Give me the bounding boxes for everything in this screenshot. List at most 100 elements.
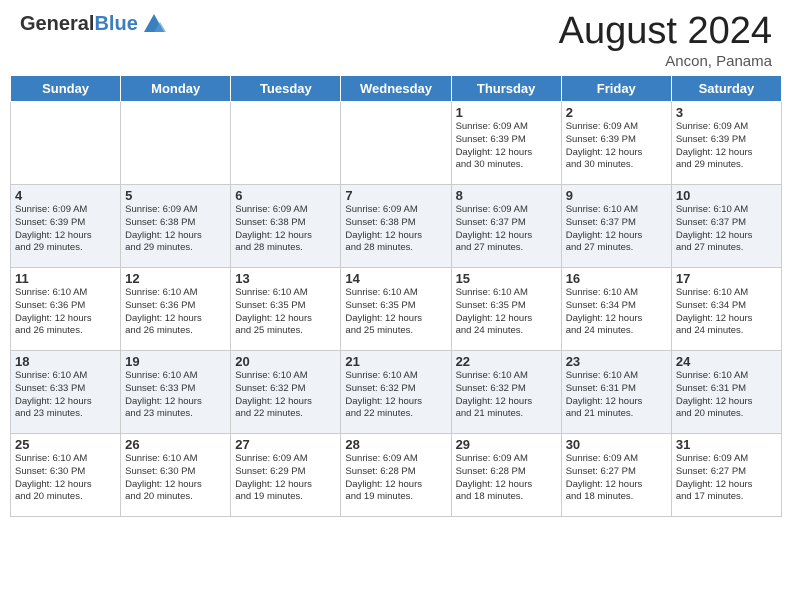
day-number: 13 (235, 271, 336, 286)
day-number: 29 (456, 437, 557, 452)
day-cell-27: 27Sunrise: 6:09 AM Sunset: 6:29 PM Dayli… (231, 434, 341, 517)
day-info: Sunrise: 6:09 AM Sunset: 6:39 PM Dayligh… (676, 121, 777, 172)
day-cell-16: 16Sunrise: 6:10 AM Sunset: 6:34 PM Dayli… (561, 268, 671, 351)
logo-text: GeneralBlue (20, 13, 138, 35)
day-cell-2: 2Sunrise: 6:09 AM Sunset: 6:39 PM Daylig… (561, 102, 671, 185)
day-cell-26: 26Sunrise: 6:10 AM Sunset: 6:30 PM Dayli… (121, 434, 231, 517)
day-number: 12 (125, 271, 226, 286)
day-cell-8: 8Sunrise: 6:09 AM Sunset: 6:37 PM Daylig… (451, 185, 561, 268)
month-year: August 2024 (559, 10, 772, 53)
calendar-table: SundayMondayTuesdayWednesdayThursdayFrid… (10, 75, 782, 517)
day-number: 18 (15, 354, 116, 369)
week-row-5: 25Sunrise: 6:10 AM Sunset: 6:30 PM Dayli… (11, 434, 782, 517)
day-info: Sunrise: 6:09 AM Sunset: 6:27 PM Dayligh… (676, 453, 777, 504)
empty-cell (11, 102, 121, 185)
day-header-wednesday: Wednesday (341, 76, 451, 102)
day-cell-18: 18Sunrise: 6:10 AM Sunset: 6:33 PM Dayli… (11, 351, 121, 434)
day-number: 28 (345, 437, 446, 452)
day-info: Sunrise: 6:09 AM Sunset: 6:28 PM Dayligh… (345, 453, 446, 504)
day-number: 15 (456, 271, 557, 286)
day-info: Sunrise: 6:09 AM Sunset: 6:27 PM Dayligh… (566, 453, 667, 504)
week-row-2: 4Sunrise: 6:09 AM Sunset: 6:39 PM Daylig… (11, 185, 782, 268)
day-header-friday: Friday (561, 76, 671, 102)
day-cell-1: 1Sunrise: 6:09 AM Sunset: 6:39 PM Daylig… (451, 102, 561, 185)
day-header-sunday: Sunday (11, 76, 121, 102)
day-cell-29: 29Sunrise: 6:09 AM Sunset: 6:28 PM Dayli… (451, 434, 561, 517)
day-info: Sunrise: 6:10 AM Sunset: 6:36 PM Dayligh… (125, 287, 226, 338)
day-info: Sunrise: 6:10 AM Sunset: 6:37 PM Dayligh… (566, 204, 667, 255)
day-cell-14: 14Sunrise: 6:10 AM Sunset: 6:35 PM Dayli… (341, 268, 451, 351)
day-cell-12: 12Sunrise: 6:10 AM Sunset: 6:36 PM Dayli… (121, 268, 231, 351)
logo: GeneralBlue (20, 10, 168, 38)
day-info: Sunrise: 6:10 AM Sunset: 6:32 PM Dayligh… (456, 370, 557, 421)
day-cell-11: 11Sunrise: 6:10 AM Sunset: 6:36 PM Dayli… (11, 268, 121, 351)
day-info: Sunrise: 6:09 AM Sunset: 6:38 PM Dayligh… (345, 204, 446, 255)
day-cell-22: 22Sunrise: 6:10 AM Sunset: 6:32 PM Dayli… (451, 351, 561, 434)
location: Ancon, Panama (559, 53, 772, 70)
day-cell-13: 13Sunrise: 6:10 AM Sunset: 6:35 PM Dayli… (231, 268, 341, 351)
day-number: 11 (15, 271, 116, 286)
day-header-saturday: Saturday (671, 76, 781, 102)
day-number: 14 (345, 271, 446, 286)
empty-cell (231, 102, 341, 185)
day-info: Sunrise: 6:09 AM Sunset: 6:39 PM Dayligh… (15, 204, 116, 255)
logo-blue: Blue (94, 13, 137, 35)
day-info: Sunrise: 6:10 AM Sunset: 6:30 PM Dayligh… (15, 453, 116, 504)
day-info: Sunrise: 6:10 AM Sunset: 6:36 PM Dayligh… (15, 287, 116, 338)
day-info: Sunrise: 6:09 AM Sunset: 6:29 PM Dayligh… (235, 453, 336, 504)
day-cell-5: 5Sunrise: 6:09 AM Sunset: 6:38 PM Daylig… (121, 185, 231, 268)
day-number: 23 (566, 354, 667, 369)
title-section: August 2024 Ancon, Panama (559, 10, 772, 70)
day-cell-4: 4Sunrise: 6:09 AM Sunset: 6:39 PM Daylig… (11, 185, 121, 268)
day-number: 17 (676, 271, 777, 286)
day-number: 19 (125, 354, 226, 369)
day-cell-31: 31Sunrise: 6:09 AM Sunset: 6:27 PM Dayli… (671, 434, 781, 517)
day-info: Sunrise: 6:10 AM Sunset: 6:34 PM Dayligh… (676, 287, 777, 338)
day-number: 9 (566, 188, 667, 203)
day-number: 20 (235, 354, 336, 369)
day-number: 24 (676, 354, 777, 369)
day-number: 8 (456, 188, 557, 203)
day-number: 16 (566, 271, 667, 286)
day-cell-10: 10Sunrise: 6:10 AM Sunset: 6:37 PM Dayli… (671, 185, 781, 268)
day-info: Sunrise: 6:10 AM Sunset: 6:33 PM Dayligh… (15, 370, 116, 421)
day-cell-9: 9Sunrise: 6:10 AM Sunset: 6:37 PM Daylig… (561, 185, 671, 268)
week-row-3: 11Sunrise: 6:10 AM Sunset: 6:36 PM Dayli… (11, 268, 782, 351)
day-info: Sunrise: 6:10 AM Sunset: 6:32 PM Dayligh… (235, 370, 336, 421)
day-info: Sunrise: 6:10 AM Sunset: 6:30 PM Dayligh… (125, 453, 226, 504)
day-header-thursday: Thursday (451, 76, 561, 102)
day-info: Sunrise: 6:10 AM Sunset: 6:34 PM Dayligh… (566, 287, 667, 338)
day-cell-3: 3Sunrise: 6:09 AM Sunset: 6:39 PM Daylig… (671, 102, 781, 185)
day-number: 30 (566, 437, 667, 452)
day-info: Sunrise: 6:10 AM Sunset: 6:31 PM Dayligh… (566, 370, 667, 421)
day-info: Sunrise: 6:09 AM Sunset: 6:37 PM Dayligh… (456, 204, 557, 255)
day-info: Sunrise: 6:10 AM Sunset: 6:35 PM Dayligh… (235, 287, 336, 338)
calendar: SundayMondayTuesdayWednesdayThursdayFrid… (10, 75, 782, 517)
day-cell-20: 20Sunrise: 6:10 AM Sunset: 6:32 PM Dayli… (231, 351, 341, 434)
day-number: 5 (125, 188, 226, 203)
week-row-1: 1Sunrise: 6:09 AM Sunset: 6:39 PM Daylig… (11, 102, 782, 185)
day-number: 7 (345, 188, 446, 203)
day-header-monday: Monday (121, 76, 231, 102)
day-number: 4 (15, 188, 116, 203)
day-cell-6: 6Sunrise: 6:09 AM Sunset: 6:38 PM Daylig… (231, 185, 341, 268)
empty-cell (341, 102, 451, 185)
day-number: 22 (456, 354, 557, 369)
week-row-4: 18Sunrise: 6:10 AM Sunset: 6:33 PM Dayli… (11, 351, 782, 434)
day-number: 27 (235, 437, 336, 452)
day-cell-25: 25Sunrise: 6:10 AM Sunset: 6:30 PM Dayli… (11, 434, 121, 517)
day-cell-28: 28Sunrise: 6:09 AM Sunset: 6:28 PM Dayli… (341, 434, 451, 517)
day-cell-24: 24Sunrise: 6:10 AM Sunset: 6:31 PM Dayli… (671, 351, 781, 434)
day-number: 2 (566, 105, 667, 120)
empty-cell (121, 102, 231, 185)
day-info: Sunrise: 6:09 AM Sunset: 6:28 PM Dayligh… (456, 453, 557, 504)
day-cell-7: 7Sunrise: 6:09 AM Sunset: 6:38 PM Daylig… (341, 185, 451, 268)
page-header: GeneralBlue August 2024 Ancon, Panama (0, 0, 792, 75)
day-number: 26 (125, 437, 226, 452)
day-number: 6 (235, 188, 336, 203)
day-header-tuesday: Tuesday (231, 76, 341, 102)
day-headers-row: SundayMondayTuesdayWednesdayThursdayFrid… (11, 76, 782, 102)
day-number: 25 (15, 437, 116, 452)
day-info: Sunrise: 6:09 AM Sunset: 6:39 PM Dayligh… (456, 121, 557, 172)
day-info: Sunrise: 6:09 AM Sunset: 6:38 PM Dayligh… (235, 204, 336, 255)
